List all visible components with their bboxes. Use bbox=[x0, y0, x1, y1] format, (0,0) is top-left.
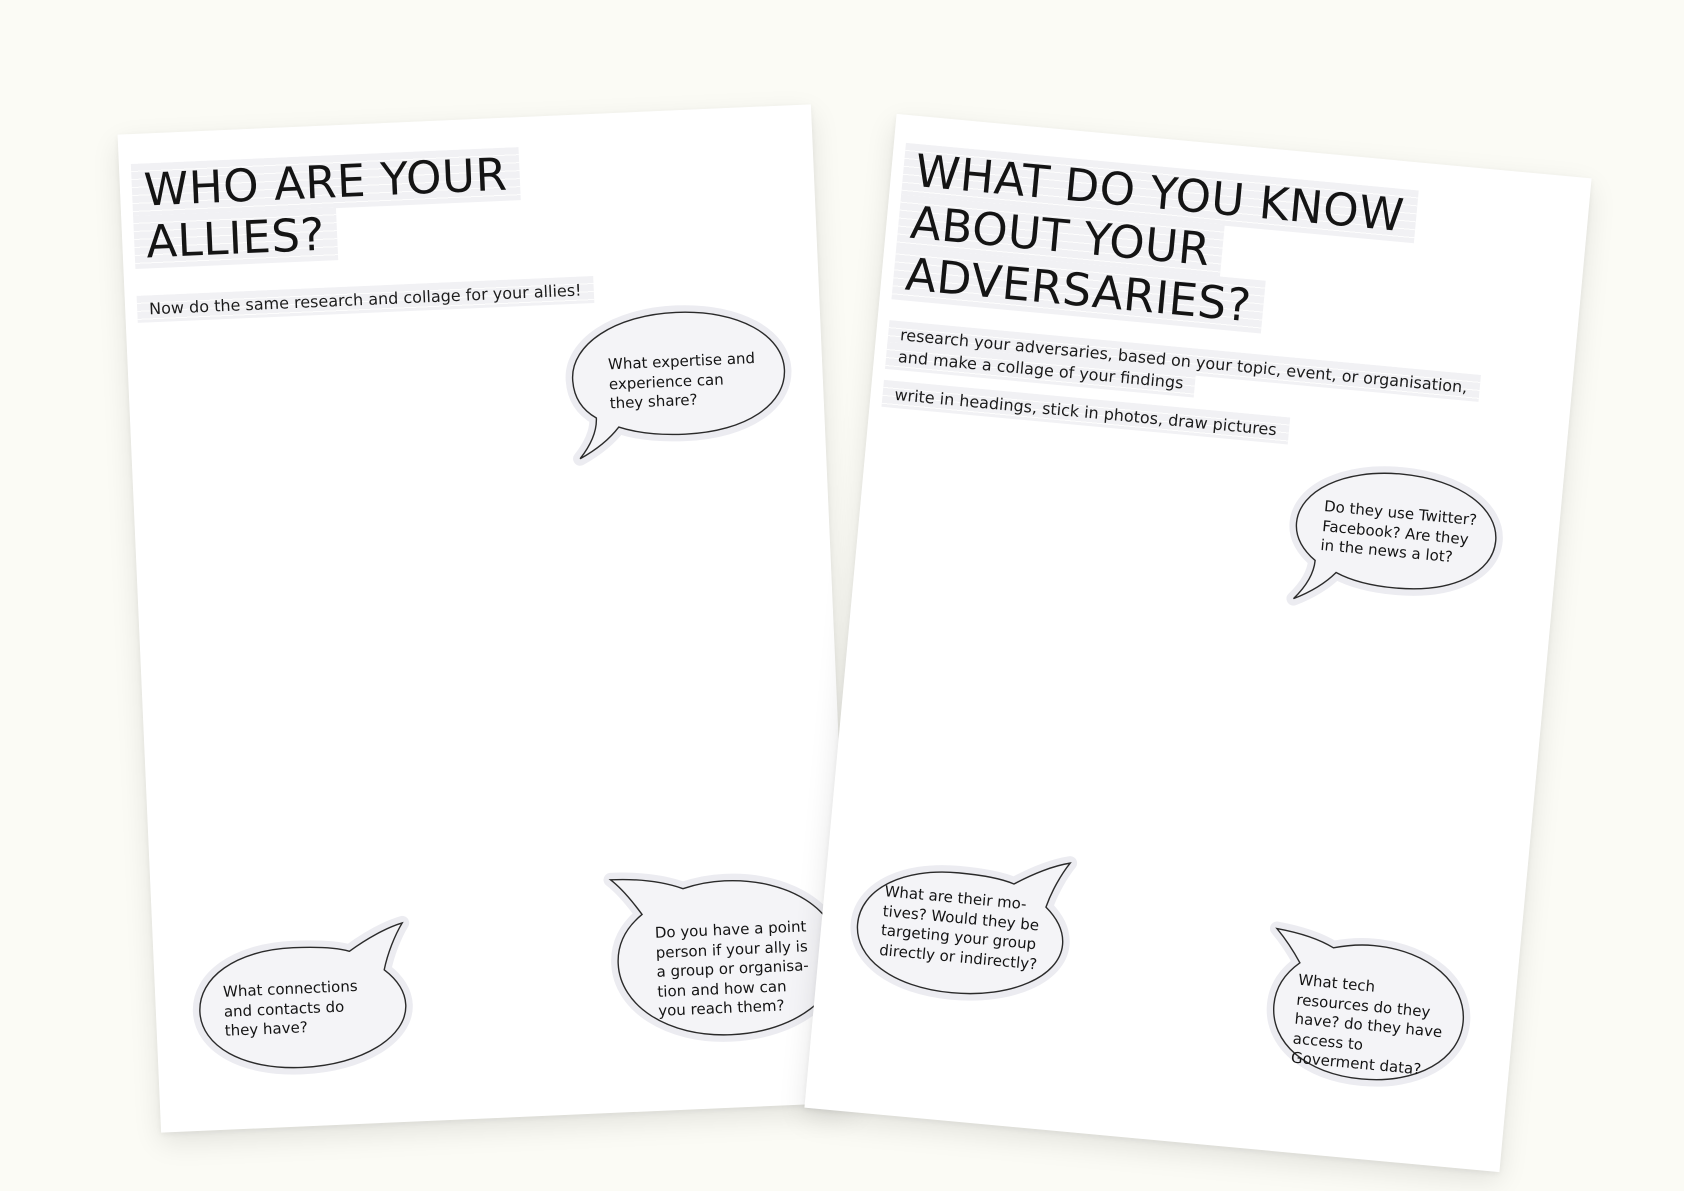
allies-subtitle: Now do the same research and collage for… bbox=[136, 276, 595, 324]
allies-title-line-1: WHO ARE YOUR bbox=[130, 147, 521, 218]
speech-bubble-connections: What connections and contacts do they ha… bbox=[192, 913, 414, 1075]
speech-bubble-tech-resources: What tech resources do they have? do the… bbox=[1259, 921, 1472, 1092]
adversaries-worksheet: WHAT DO YOU KNOW ABOUT YOUR ADVERSARIES?… bbox=[804, 113, 1592, 1173]
allies-worksheet: WHO ARE YOUR ALLIES? Now do the same res… bbox=[117, 104, 855, 1133]
bubble-text-tech-resources: What tech resources do they have? do the… bbox=[1290, 970, 1444, 1079]
speech-bubble-social-media: Do they use Twitter? Facebook? Are they … bbox=[1286, 465, 1503, 623]
speech-bubble-point-person: Do you have a point person if your ally … bbox=[603, 864, 847, 1044]
bubble-text-expertise: What expertise and experience can they s… bbox=[607, 349, 756, 413]
adversaries-instruction-line-3: write in headings, stick in photos, draw… bbox=[881, 379, 1290, 445]
bubble-text-motives: What are their mo- tives? Would they be … bbox=[878, 882, 1040, 973]
speech-bubble-motives: What are their mo- tives? Would they be … bbox=[850, 836, 1078, 1005]
speech-bubble-expertise: What expertise and experience can they s… bbox=[565, 305, 792, 467]
bubble-text-point-person: Do you have a point person if your ally … bbox=[654, 917, 810, 1020]
allies-title-line-2: ALLIES? bbox=[133, 207, 338, 269]
bubble-text-connections: What connections and contacts do they ha… bbox=[222, 976, 358, 1040]
